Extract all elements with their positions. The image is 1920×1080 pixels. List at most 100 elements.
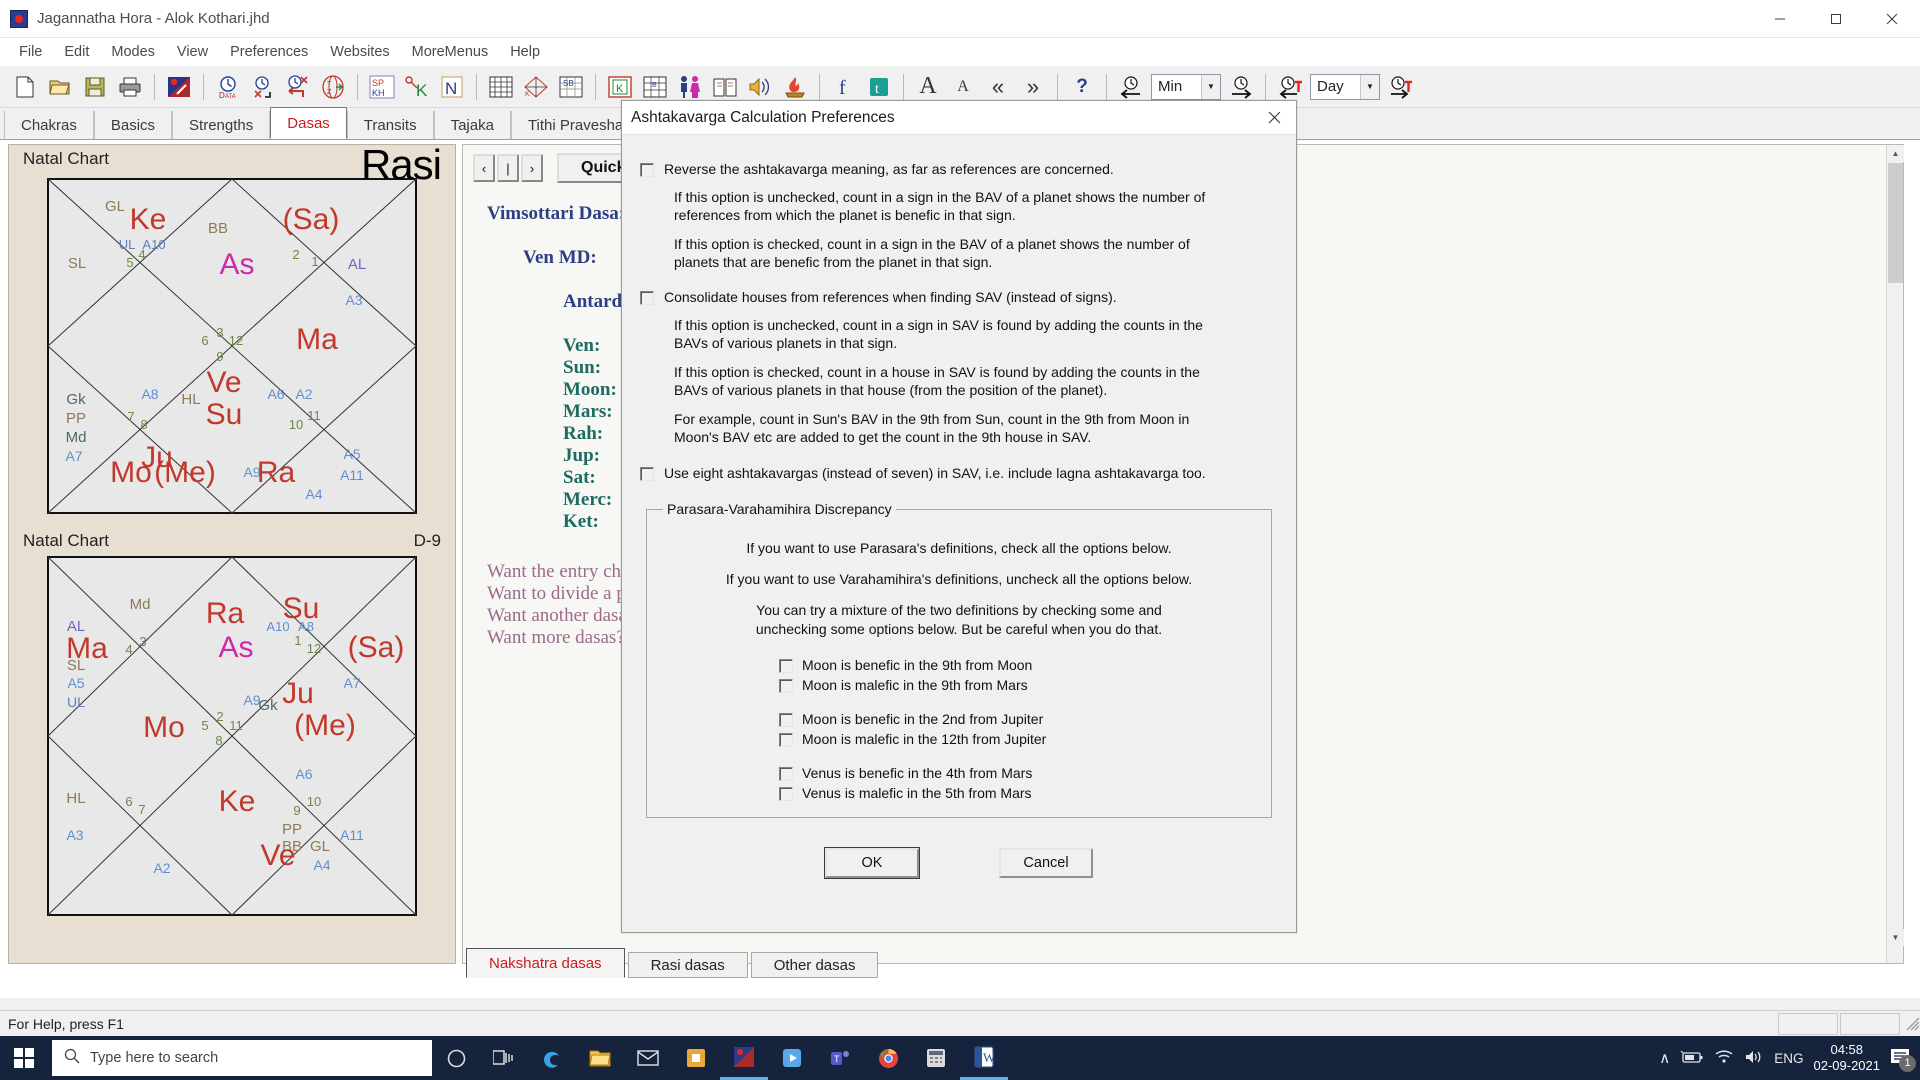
menu-file[interactable]: File [8, 41, 53, 63]
start-button[interactable] [0, 1036, 48, 1080]
menu-moremenus[interactable]: MoreMenus [401, 41, 500, 63]
mail-icon[interactable] [624, 1036, 672, 1080]
chrome-icon[interactable] [864, 1036, 912, 1080]
task-view-icon[interactable] [480, 1036, 528, 1080]
cortana-icon[interactable] [432, 1036, 480, 1080]
jagannatha-hora-taskbar-icon[interactable] [720, 1036, 768, 1080]
opt-moon-malefic-9th-mars-row[interactable]: Moon is malefic in the 9th from Mars [779, 677, 1255, 694]
print-icon[interactable] [113, 70, 147, 104]
tab-dasas[interactable]: Dasas [270, 107, 347, 139]
menu-preferences[interactable]: Preferences [219, 41, 319, 63]
chart-data-icon[interactable] [162, 70, 196, 104]
dialog-close-icon[interactable] [1252, 101, 1296, 135]
menu-help[interactable]: Help [499, 41, 551, 63]
file-explorer-icon[interactable] [576, 1036, 624, 1080]
opt-moon-benefic-2nd-jupiter-row[interactable]: Moon is benefic in the 2nd from Jupiter [779, 711, 1255, 728]
sb-grid-icon[interactable]: SB [554, 70, 588, 104]
taskbar-search-box[interactable]: Type here to search [52, 1040, 432, 1076]
font-decrease-icon[interactable]: A [946, 70, 980, 104]
opt-moon-malefic-12th-jupiter-checkbox[interactable] [779, 733, 793, 748]
timezone-icon[interactable]: TZ [316, 70, 350, 104]
eight-ashtakavargas-row[interactable]: Use eight ashtakavargas (instead of seve… [640, 465, 1278, 482]
opt-venus-benefic-4th-mars-checkbox[interactable] [779, 767, 793, 782]
next-chart-icon[interactable]: » [1016, 70, 1050, 104]
dasa-next-button[interactable]: › [521, 154, 543, 182]
dasa-current-button[interactable]: | [497, 154, 519, 182]
prev-chart-icon[interactable]: « [981, 70, 1015, 104]
rasi-chart-diagram[interactable]: GLBBSLUL A10ALA3A8 HL A6 A2GkPPMdA7A9A5A11A4… [40, 171, 424, 521]
open-file-icon[interactable] [43, 70, 77, 104]
taskbar-clock[interactable]: 04:58 02-09-2021 [1814, 1042, 1881, 1075]
volume-icon[interactable] [1744, 1049, 1764, 1068]
time-unit-combo[interactable]: Min ▼ [1151, 73, 1221, 100]
scroll-thumb[interactable] [1888, 163, 1903, 283]
spkh-icon[interactable]: SP KH [365, 70, 399, 104]
menu-edit[interactable]: Edit [53, 41, 100, 63]
kalachakra-icon[interactable]: K [603, 70, 637, 104]
clock-forward-icon[interactable] [1224, 70, 1258, 104]
wifi-icon[interactable] [1714, 1049, 1734, 1067]
menu-modes[interactable]: Modes [100, 41, 166, 63]
notification-center-icon[interactable]: 1 [1890, 1048, 1916, 1072]
new-file-icon[interactable] [8, 70, 42, 104]
tab-transits[interactable]: Transits [346, 111, 434, 139]
bottom-tab-rasi-dasas[interactable]: Rasi dasas [627, 952, 748, 978]
tab-basics[interactable]: Basics [93, 111, 173, 139]
transit-unit-combo[interactable]: Day ▼ [1310, 73, 1380, 100]
ok-button[interactable]: OK [825, 848, 919, 879]
right-pane-vertical-scrollbar[interactable]: ▲ ▼ [1886, 145, 1904, 963]
opt-moon-benefic-9th-moon-row[interactable]: Moon is benefic in the 9th from Moon [779, 657, 1255, 674]
language-indicator[interactable]: ENG [1774, 1051, 1803, 1066]
font-increase-icon[interactable]: A [911, 70, 945, 104]
opt-venus-malefic-5th-mars-row[interactable]: Venus is malefic in the 5th from Mars [779, 785, 1255, 802]
media-player-icon[interactable] [768, 1036, 816, 1080]
twitter-icon[interactable]: t [862, 70, 896, 104]
teams-icon[interactable]: T [816, 1036, 864, 1080]
transit-back-icon[interactable] [1273, 70, 1307, 104]
eight-ashtakavargas-checkbox[interactable] [640, 466, 654, 481]
tab-chakras[interactable]: Chakras [4, 111, 94, 139]
word-icon[interactable]: W [960, 1036, 1008, 1080]
scroll-up-arrow[interactable]: ▲ [1887, 145, 1904, 162]
maximize-button[interactable] [1808, 0, 1864, 38]
close-button[interactable] [1864, 0, 1920, 38]
data-clock-icon[interactable]: D ATA [211, 70, 245, 104]
minimize-button[interactable] [1752, 0, 1808, 38]
key-k-icon[interactable]: K [400, 70, 434, 104]
opt-moon-benefic-9th-moon-checkbox[interactable] [779, 659, 793, 674]
reverse-meaning-row[interactable]: Reverse the ashtakavarga meaning, as far… [640, 161, 1278, 178]
kota-chakra-icon[interactable]: K [519, 70, 553, 104]
opt-moon-benefic-2nd-jupiter-checkbox[interactable] [779, 713, 793, 728]
cancel-button[interactable]: Cancel [999, 848, 1093, 879]
consolidate-houses-checkbox[interactable] [640, 291, 654, 306]
clock-undo-icon[interactable] [246, 70, 280, 104]
facebook-icon[interactable]: f [827, 70, 861, 104]
bhava-grid-icon[interactable]: B [638, 70, 672, 104]
save-icon[interactable] [78, 70, 112, 104]
transit-forward-icon[interactable] [1383, 70, 1417, 104]
dasa-prev-button[interactable]: ‹ [473, 154, 495, 182]
bottom-tab-nakshatra-dasas[interactable]: Nakshatra dasas [466, 948, 625, 978]
opt-venus-benefic-4th-mars-row[interactable]: Venus is benefic in the 4th from Mars [779, 765, 1255, 782]
opt-moon-malefic-9th-mars-checkbox[interactable] [779, 679, 793, 694]
menu-websites[interactable]: Websites [319, 41, 400, 63]
battery-icon[interactable] [1680, 1050, 1704, 1067]
reverse-meaning-checkbox[interactable] [640, 163, 654, 177]
menu-view[interactable]: View [166, 41, 219, 63]
opt-moon-malefic-12th-jupiter-row[interactable]: Moon is malefic in the 12th from Jupiter [779, 731, 1255, 748]
book-icon[interactable] [708, 70, 742, 104]
microsoft-store-icon[interactable] [672, 1036, 720, 1080]
scroll-down-arrow[interactable]: ▼ [1887, 929, 1904, 946]
opt-venus-malefic-5th-mars-checkbox[interactable] [779, 787, 793, 802]
chevron-down-icon[interactable]: ▼ [1201, 74, 1220, 99]
help-icon[interactable]: ? [1065, 70, 1099, 104]
speaker-icon[interactable] [743, 70, 777, 104]
consolidate-houses-row[interactable]: Consolidate houses from references when … [640, 289, 1278, 306]
clock-delete-icon[interactable] [281, 70, 315, 104]
homam-fire-icon[interactable] [778, 70, 812, 104]
chevron-down-icon[interactable]: ▼ [1360, 74, 1379, 99]
edge-icon[interactable] [528, 1036, 576, 1080]
bottom-tab-other-dasas[interactable]: Other dasas [750, 952, 879, 978]
tab-strengths[interactable]: Strengths [172, 111, 271, 139]
d9-chart-diagram[interactable]: MdALSLA5ULA10 A8A7A9GkA6HLA3 PPBB GLA11A4A2… [40, 553, 424, 921]
